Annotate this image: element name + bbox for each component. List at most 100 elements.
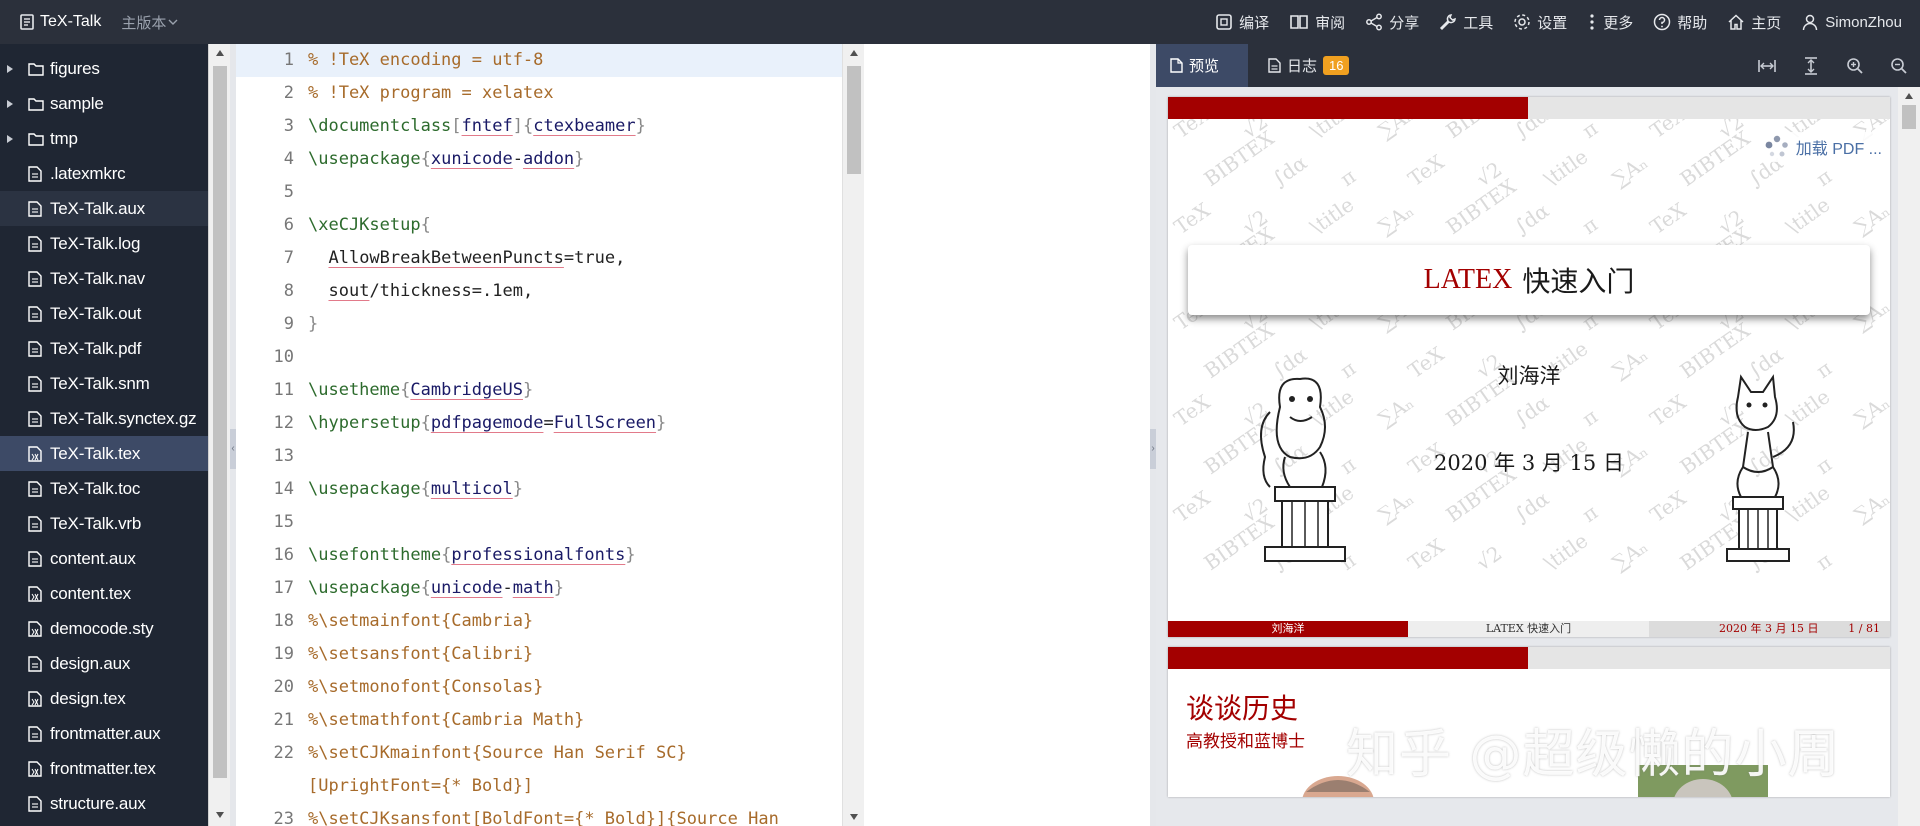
log-count-badge: 16	[1323, 56, 1350, 75]
scroll-up-arrow-icon[interactable]	[850, 50, 858, 56]
file-item[interactable]: TeX-Talk.tex	[0, 436, 208, 471]
file-item[interactable]: content.tex	[0, 576, 208, 611]
code-line[interactable]: 9}	[236, 308, 842, 341]
user-menu[interactable]: SimonZhou	[1801, 13, 1902, 31]
code-text: \usepackage{multicol}	[308, 473, 523, 506]
code-line[interactable]: 5	[236, 176, 842, 209]
scroll-down-arrow-icon[interactable]	[216, 812, 224, 818]
file-item[interactable]: TeX-Talk.synctex.gz	[0, 401, 208, 436]
background-pattern-glyph: \title	[1782, 192, 1835, 239]
fit-height-button[interactable]	[1800, 55, 1822, 77]
code-line[interactable]: 4 \usepackage{xunicode-addon}	[236, 143, 842, 176]
code-line[interactable]: 1 % !TeX encoding = utf-8	[236, 44, 842, 77]
slide-date: 2020 年 3 月 15 日	[1434, 451, 1624, 475]
fit-width-button[interactable]	[1756, 55, 1778, 77]
zoom-out-button[interactable]	[1888, 55, 1910, 77]
preview-scrollbar[interactable]	[1898, 87, 1920, 826]
review-button[interactable]: 审阅	[1289, 12, 1345, 33]
code-line[interactable]: 3 \documentclass[fntef]{ctexbeamer}	[236, 110, 842, 143]
code-editor[interactable]: 1 % !TeX encoding = utf-8 2 % !TeX program …	[236, 44, 864, 826]
code-line[interactable]: 17 \usepackage{unicode-math}	[236, 572, 842, 605]
file-item[interactable]: TeX-Talk.out	[0, 296, 208, 331]
code-token: %\setCJKmainfont{Source Han Serif SC}	[308, 743, 687, 763]
zoom-in-button[interactable]	[1844, 55, 1866, 77]
code-line[interactable]: 11 \usetheme{CambridgeUS}	[236, 374, 842, 407]
share-button[interactable]: 分享	[1365, 12, 1419, 33]
more-icon	[1590, 14, 1594, 30]
folder-item[interactable]: sample	[0, 86, 208, 121]
help-button[interactable]: 帮助	[1653, 12, 1707, 33]
file-item[interactable]: TeX-Talk.vrb	[0, 506, 208, 541]
code-line[interactable]: 22 %\setCJKmainfont{Source Han Serif SC}	[236, 737, 842, 770]
file-icon	[28, 725, 42, 742]
share-icon	[1366, 13, 1383, 31]
file-item[interactable]: content.aux	[0, 541, 208, 576]
code-line[interactable]: 8 sout/thickness=.1em,	[236, 275, 842, 308]
file-item[interactable]: frontmatter.aux	[0, 716, 208, 751]
code-line[interactable]: 23 %\setCJKsansfont[BoldFont={* Bold}]{So…	[236, 803, 842, 826]
code-line[interactable]: 14 \usepackage{multicol}	[236, 473, 842, 506]
scroll-up-arrow-icon[interactable]	[216, 50, 224, 56]
file-item[interactable]: TeX-Talk.toc	[0, 471, 208, 506]
editor-scrollbar[interactable]	[842, 44, 864, 826]
background-pattern-glyph: BIBTEX	[1200, 125, 1279, 191]
folder-item[interactable]: tmp	[0, 121, 208, 156]
file-item[interactable]: TeX-Talk.log	[0, 226, 208, 261]
code-line[interactable]: 15	[236, 506, 842, 539]
code-line[interactable]: 2 % !TeX program = xelatex	[236, 77, 842, 110]
scroll-down-arrow-icon[interactable]	[850, 814, 858, 820]
code-token: \xeCJKsetup	[308, 215, 421, 235]
scrollbar-thumb[interactable]	[213, 66, 227, 778]
line-number: 4	[283, 149, 294, 169]
code-line[interactable]: 21 %\setmathfont{Cambria Math}	[236, 704, 842, 737]
caret-right-icon[interactable]	[6, 64, 14, 74]
code-line[interactable]: 19 %\setsansfont{Calibri}	[236, 638, 842, 671]
code-line[interactable]: [UprightFont={* Bold}]	[236, 770, 842, 803]
caret-right-icon[interactable]	[6, 134, 14, 144]
code-line[interactable]: 6 \xeCJKsetup{	[236, 209, 842, 242]
file-item[interactable]: design.aux	[0, 646, 208, 681]
background-pattern-glyph: ∑Aₙ	[1850, 390, 1890, 431]
code-line[interactable]: 10	[236, 341, 842, 374]
code-line[interactable]: 12 \hypersetup{pdfpagemode=FullScreen}	[236, 407, 842, 440]
tab-preview[interactable]: 预览	[1156, 44, 1248, 87]
tex-file-icon	[28, 760, 42, 777]
review-icon	[1290, 15, 1308, 29]
tools-button[interactable]: 工具	[1439, 12, 1493, 33]
home-button[interactable]: 主页	[1727, 12, 1781, 33]
editor-margin	[864, 44, 1150, 826]
file-item[interactable]: TeX-Talk.aux	[0, 191, 208, 226]
more-button[interactable]: 更多	[1587, 12, 1633, 33]
scrollbar-thumb[interactable]	[847, 66, 861, 174]
file-item[interactable]: .latexmkrc	[0, 156, 208, 191]
file-item[interactable]: TeX-Talk.nav	[0, 261, 208, 296]
scroll-up-arrow-icon[interactable]	[1905, 93, 1913, 99]
file-item[interactable]: frontmatter.tex	[0, 751, 208, 786]
file-item[interactable]: structure.aux	[0, 786, 208, 821]
file-item[interactable]: TeX-Talk.snm	[0, 366, 208, 401]
file-item[interactable]: democode.sty	[0, 611, 208, 646]
app-brand[interactable]: TeX-Talk	[20, 13, 101, 31]
settings-button[interactable]: 设置	[1513, 12, 1567, 33]
pdf-page-1[interactable]: TeX√2\title∑AₙBIBTEX∫dαπTeX√2\title∑AₙBI…	[1168, 97, 1890, 637]
code-line[interactable]: 16 \usefonttheme{professionalfonts}	[236, 539, 842, 572]
scrollbar-thumb[interactable]	[1902, 105, 1916, 129]
file-name: design.tex	[50, 688, 126, 708]
file-tree-scrollbar[interactable]	[208, 44, 230, 826]
file-item[interactable]: design.tex	[0, 681, 208, 716]
folder-item[interactable]: figures	[0, 51, 208, 86]
code-text: \documentclass[fntef]{ctexbeamer}	[308, 110, 646, 143]
caret-right-icon[interactable]	[6, 99, 14, 109]
code-line[interactable]: 20 %\setmonofont{Consolas}	[236, 671, 842, 704]
code-line[interactable]: 18 %\setmainfont{Cambria}	[236, 605, 842, 638]
file-item[interactable]: TeX-Talk.pdf	[0, 331, 208, 366]
code-line[interactable]: 7 AllowBreakBetweenPuncts=true,	[236, 242, 842, 275]
compile-button[interactable]: 编译	[1215, 12, 1269, 33]
version-selector[interactable]: 主版本	[121, 12, 178, 33]
code-line[interactable]: 13	[236, 440, 842, 473]
file-icon	[28, 270, 42, 287]
line-number: 12	[273, 413, 294, 433]
tab-log[interactable]: 日志 16	[1254, 44, 1363, 87]
line-number: 20	[273, 677, 294, 697]
